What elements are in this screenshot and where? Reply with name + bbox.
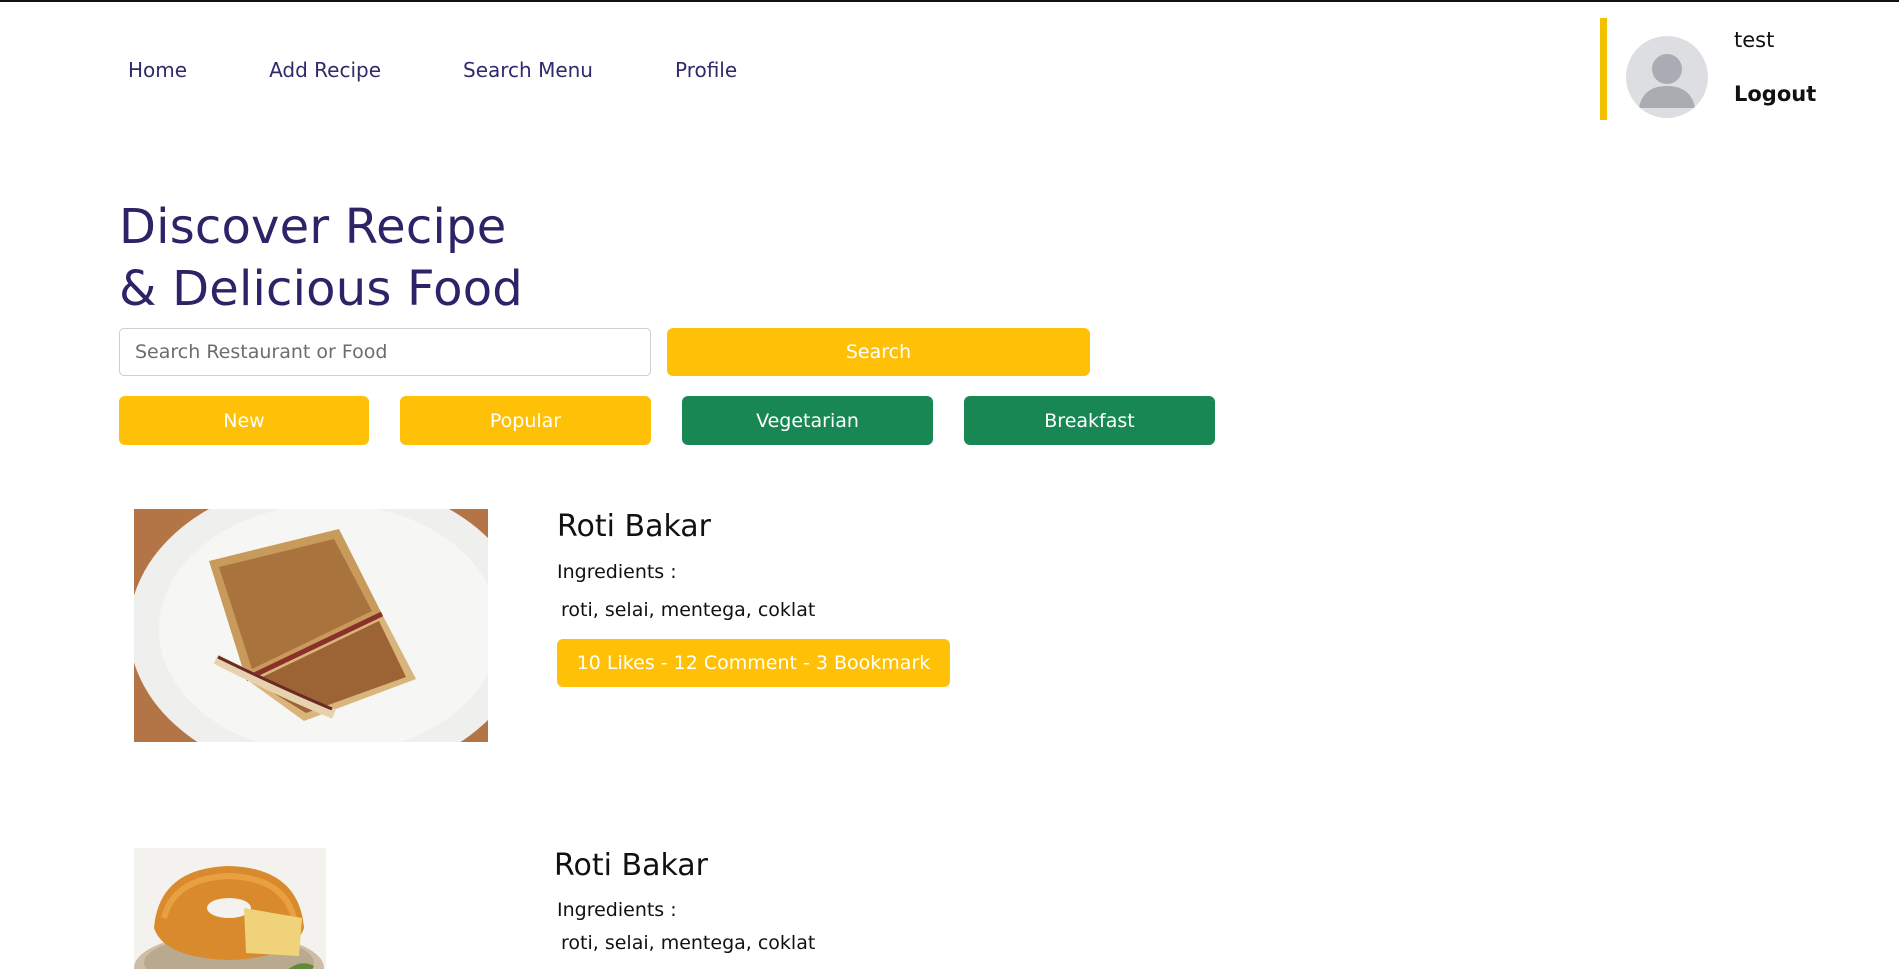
logout-link[interactable]: Logout [1734,82,1816,106]
page: Home Add Recipe Search Menu Profile test… [0,0,1899,969]
user-name: test [1734,28,1775,52]
nav-home-link[interactable]: Home [128,58,187,82]
avatar-icon[interactable] [1626,36,1708,118]
category-vegetarian-button[interactable]: Vegetarian [682,396,933,445]
page-title: Discover Recipe & Delicious Food [119,196,523,320]
recipe-image-cake[interactable] [134,848,326,969]
search-button[interactable]: Search [667,328,1090,376]
ingredients-list: roti, selai, mentega, coklat [561,599,816,621]
recipe-title[interactable]: Roti Bakar [557,509,711,544]
nav-add-recipe-link[interactable]: Add Recipe [269,58,381,82]
category-popular-button[interactable]: Popular [400,396,651,445]
main-nav: Home Add Recipe Search Menu Profile [128,58,819,82]
page-title-line2: & Delicious Food [119,261,523,317]
ingredients-list: roti, selai, mentega, coklat [561,932,816,954]
category-new-button[interactable]: New [119,396,369,445]
recipe-stats-button[interactable]: 10 Likes - 12 Comment - 3 Bookmark [557,639,950,687]
nav-search-menu-link[interactable]: Search Menu [463,58,593,82]
page-title-line1: Discover Recipe [119,199,507,255]
ingredients-label: Ingredients : [557,899,677,921]
user-panel: test Logout [1600,18,1860,120]
search-input[interactable] [119,328,651,376]
ingredients-label: Ingredients : [557,561,677,583]
recipe-image-toast[interactable] [134,509,488,742]
category-breakfast-button[interactable]: Breakfast [964,396,1215,445]
recipe-title[interactable]: Roti Bakar [554,848,708,883]
nav-profile-link[interactable]: Profile [675,58,737,82]
